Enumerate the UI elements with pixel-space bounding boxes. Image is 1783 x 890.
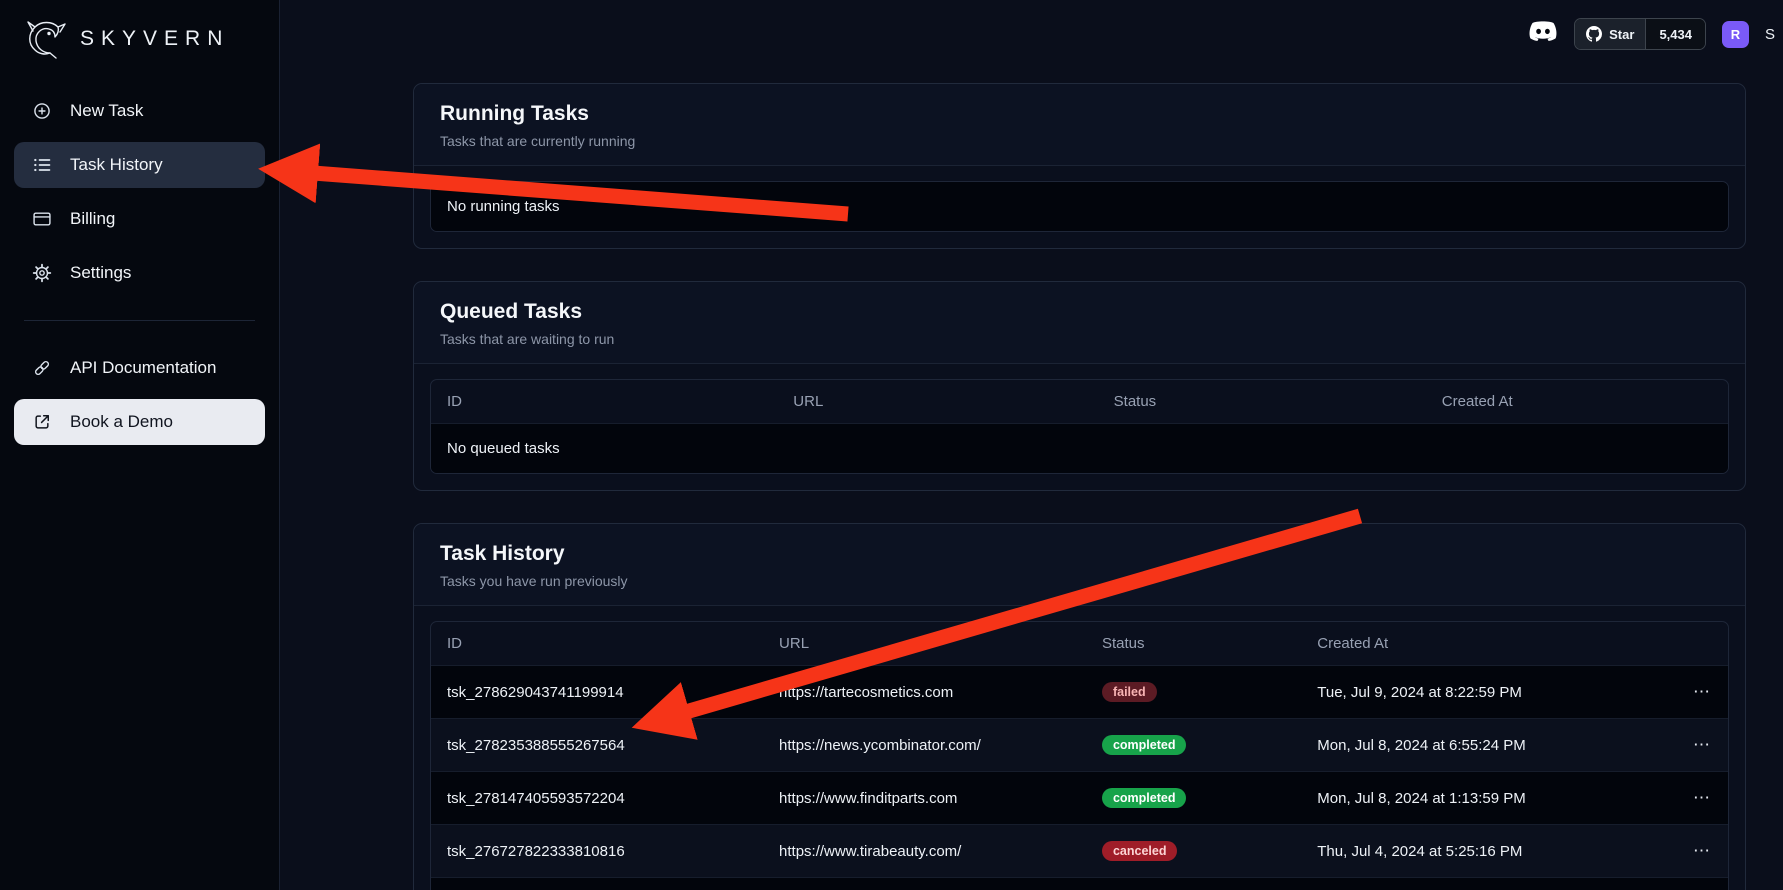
running-tasks-card: Running Tasks Tasks that are currently r… xyxy=(413,83,1746,249)
table-header-row: ID URL Status Created At xyxy=(431,380,1728,423)
sidebar-item-label: API Documentation xyxy=(70,358,216,378)
sidebar-item-new-task[interactable]: New Task xyxy=(14,88,265,134)
sidebar-nav: New Task Task History Billing xyxy=(0,74,279,445)
column-header-url: URL xyxy=(777,380,1097,423)
task-id-cell: tsk_278629043741199914 xyxy=(431,666,763,719)
sidebar-item-label: Settings xyxy=(70,263,131,283)
table-row[interactable]: tsk_278629043741199914 https://tartecosm… xyxy=(431,666,1728,719)
column-header-created-at: Created At xyxy=(1426,380,1728,423)
external-link-icon xyxy=(31,412,53,432)
column-header-status: Status xyxy=(1086,622,1301,666)
column-header-created-at: Created At xyxy=(1301,622,1628,666)
row-actions-button[interactable]: ⋯ xyxy=(1693,736,1712,753)
card-subtitle: Tasks that are currently running xyxy=(440,133,1719,149)
sidebar: SKYVERN New Task Task History xyxy=(0,0,280,890)
column-header-url: URL xyxy=(763,622,1086,666)
clipped-text: S xyxy=(1765,26,1775,43)
created-at-cell: Mon, Jul 8, 2024 at 1:13:59 PM xyxy=(1301,772,1628,825)
row-actions-button[interactable]: ⋯ xyxy=(1693,789,1712,806)
task-history-header: Task History Tasks you have run previous… xyxy=(414,524,1745,606)
empty-state: No running tasks xyxy=(431,182,1728,231)
task-id-cell: tsk_278235388555267564 xyxy=(431,719,763,772)
queued-tasks-table: ID URL Status Created At No queued tasks xyxy=(430,379,1729,474)
running-tasks-table: No running tasks xyxy=(430,181,1729,232)
status-badge: completed xyxy=(1102,788,1187,808)
column-header-id: ID xyxy=(431,380,777,423)
created-at-cell: Thu, Jul 4, 2024 at 5:25:16 PM xyxy=(1301,825,1628,878)
card-title: Queued Tasks xyxy=(440,300,1719,324)
sidebar-item-task-history[interactable]: Task History xyxy=(14,142,265,188)
github-star-button[interactable]: Star 5,434 xyxy=(1574,18,1706,50)
card-subtitle: Tasks that are waiting to run xyxy=(440,331,1719,347)
url-cell: https://news.ycombinator.com/ xyxy=(763,719,1086,772)
star-count: 5,434 xyxy=(1645,19,1705,49)
row-actions-button[interactable]: ⋯ xyxy=(1693,683,1712,700)
queued-tasks-card: Queued Tasks Tasks that are waiting to r… xyxy=(413,281,1746,491)
row-actions-button[interactable]: ⋯ xyxy=(1693,842,1712,859)
main-area: Star 5,434 R S Running Tasks Tasks that … xyxy=(280,0,1783,890)
sidebar-item-settings[interactable]: Settings xyxy=(14,250,265,296)
brand-name: SKYVERN xyxy=(80,27,229,51)
star-label: Star xyxy=(1609,27,1634,42)
discord-icon[interactable] xyxy=(1528,20,1558,48)
task-id-cell: tsk_274180139292204058 xyxy=(431,878,763,890)
status-badge: failed xyxy=(1102,682,1157,702)
topbar: Star 5,434 R S xyxy=(280,0,1783,68)
column-header-actions xyxy=(1628,622,1728,666)
task-history-table: ID URL Status Created At tsk_27862904374… xyxy=(430,621,1729,890)
dragon-logo-icon xyxy=(22,18,70,60)
table-row[interactable]: tsk_274180139292204058 https://www.geico… xyxy=(431,878,1728,890)
link-icon xyxy=(31,358,53,378)
sidebar-item-book-a-demo[interactable]: Book a Demo xyxy=(14,399,265,445)
gear-icon xyxy=(31,263,53,283)
credit-card-icon xyxy=(31,209,53,229)
sidebar-item-label: Billing xyxy=(70,209,115,229)
url-cell: https://www.tirabeauty.com/ xyxy=(763,825,1086,878)
sidebar-item-label: Book a Demo xyxy=(70,412,173,432)
table-header-row: ID URL Status Created At xyxy=(431,622,1728,666)
task-id-cell: tsk_278147405593572204 xyxy=(431,772,763,825)
sidebar-item-label: Task History xyxy=(70,155,163,175)
sidebar-item-api-documentation[interactable]: API Documentation xyxy=(14,345,265,391)
url-cell: https://www.finditparts.com xyxy=(763,772,1086,825)
brand: SKYVERN xyxy=(0,0,279,74)
sidebar-item-label: New Task xyxy=(70,101,143,121)
table-row[interactable]: tsk_276727822333810816 https://www.tirab… xyxy=(431,825,1728,878)
status-badge: canceled xyxy=(1102,841,1178,861)
status-badge: completed xyxy=(1102,735,1187,755)
url-cell: https://tartecosmetics.com xyxy=(763,666,1086,719)
sidebar-divider xyxy=(24,320,255,321)
url-cell: https://www.geico.com xyxy=(763,878,1086,890)
card-title: Running Tasks xyxy=(440,102,1719,126)
empty-state: No queued tasks xyxy=(431,423,1728,473)
table-row[interactable]: tsk_278147405593572204 https://www.findi… xyxy=(431,772,1728,825)
list-icon xyxy=(31,155,53,175)
task-history-card: Task History Tasks you have run previous… xyxy=(413,523,1746,890)
created-at-cell: Thu, Jun 27, 2024 at 8:38:58 PM xyxy=(1301,878,1628,890)
plus-circle-icon xyxy=(31,101,53,121)
created-at-cell: Tue, Jul 9, 2024 at 8:22:59 PM xyxy=(1301,666,1628,719)
queued-tasks-header: Queued Tasks Tasks that are waiting to r… xyxy=(414,282,1745,364)
task-id-cell: tsk_276727822333810816 xyxy=(431,825,763,878)
content: Running Tasks Tasks that are currently r… xyxy=(280,68,1783,890)
card-subtitle: Tasks you have run previously xyxy=(440,573,1719,589)
running-tasks-header: Running Tasks Tasks that are currently r… xyxy=(414,84,1745,166)
created-at-cell: Mon, Jul 8, 2024 at 6:55:24 PM xyxy=(1301,719,1628,772)
avatar[interactable]: R xyxy=(1722,21,1749,48)
column-header-status: Status xyxy=(1098,380,1426,423)
sidebar-item-billing[interactable]: Billing xyxy=(14,196,265,242)
card-title: Task History xyxy=(440,542,1719,566)
table-row[interactable]: tsk_278235388555267564 https://news.ycom… xyxy=(431,719,1728,772)
column-header-id: ID xyxy=(431,622,763,666)
github-icon xyxy=(1586,26,1602,42)
